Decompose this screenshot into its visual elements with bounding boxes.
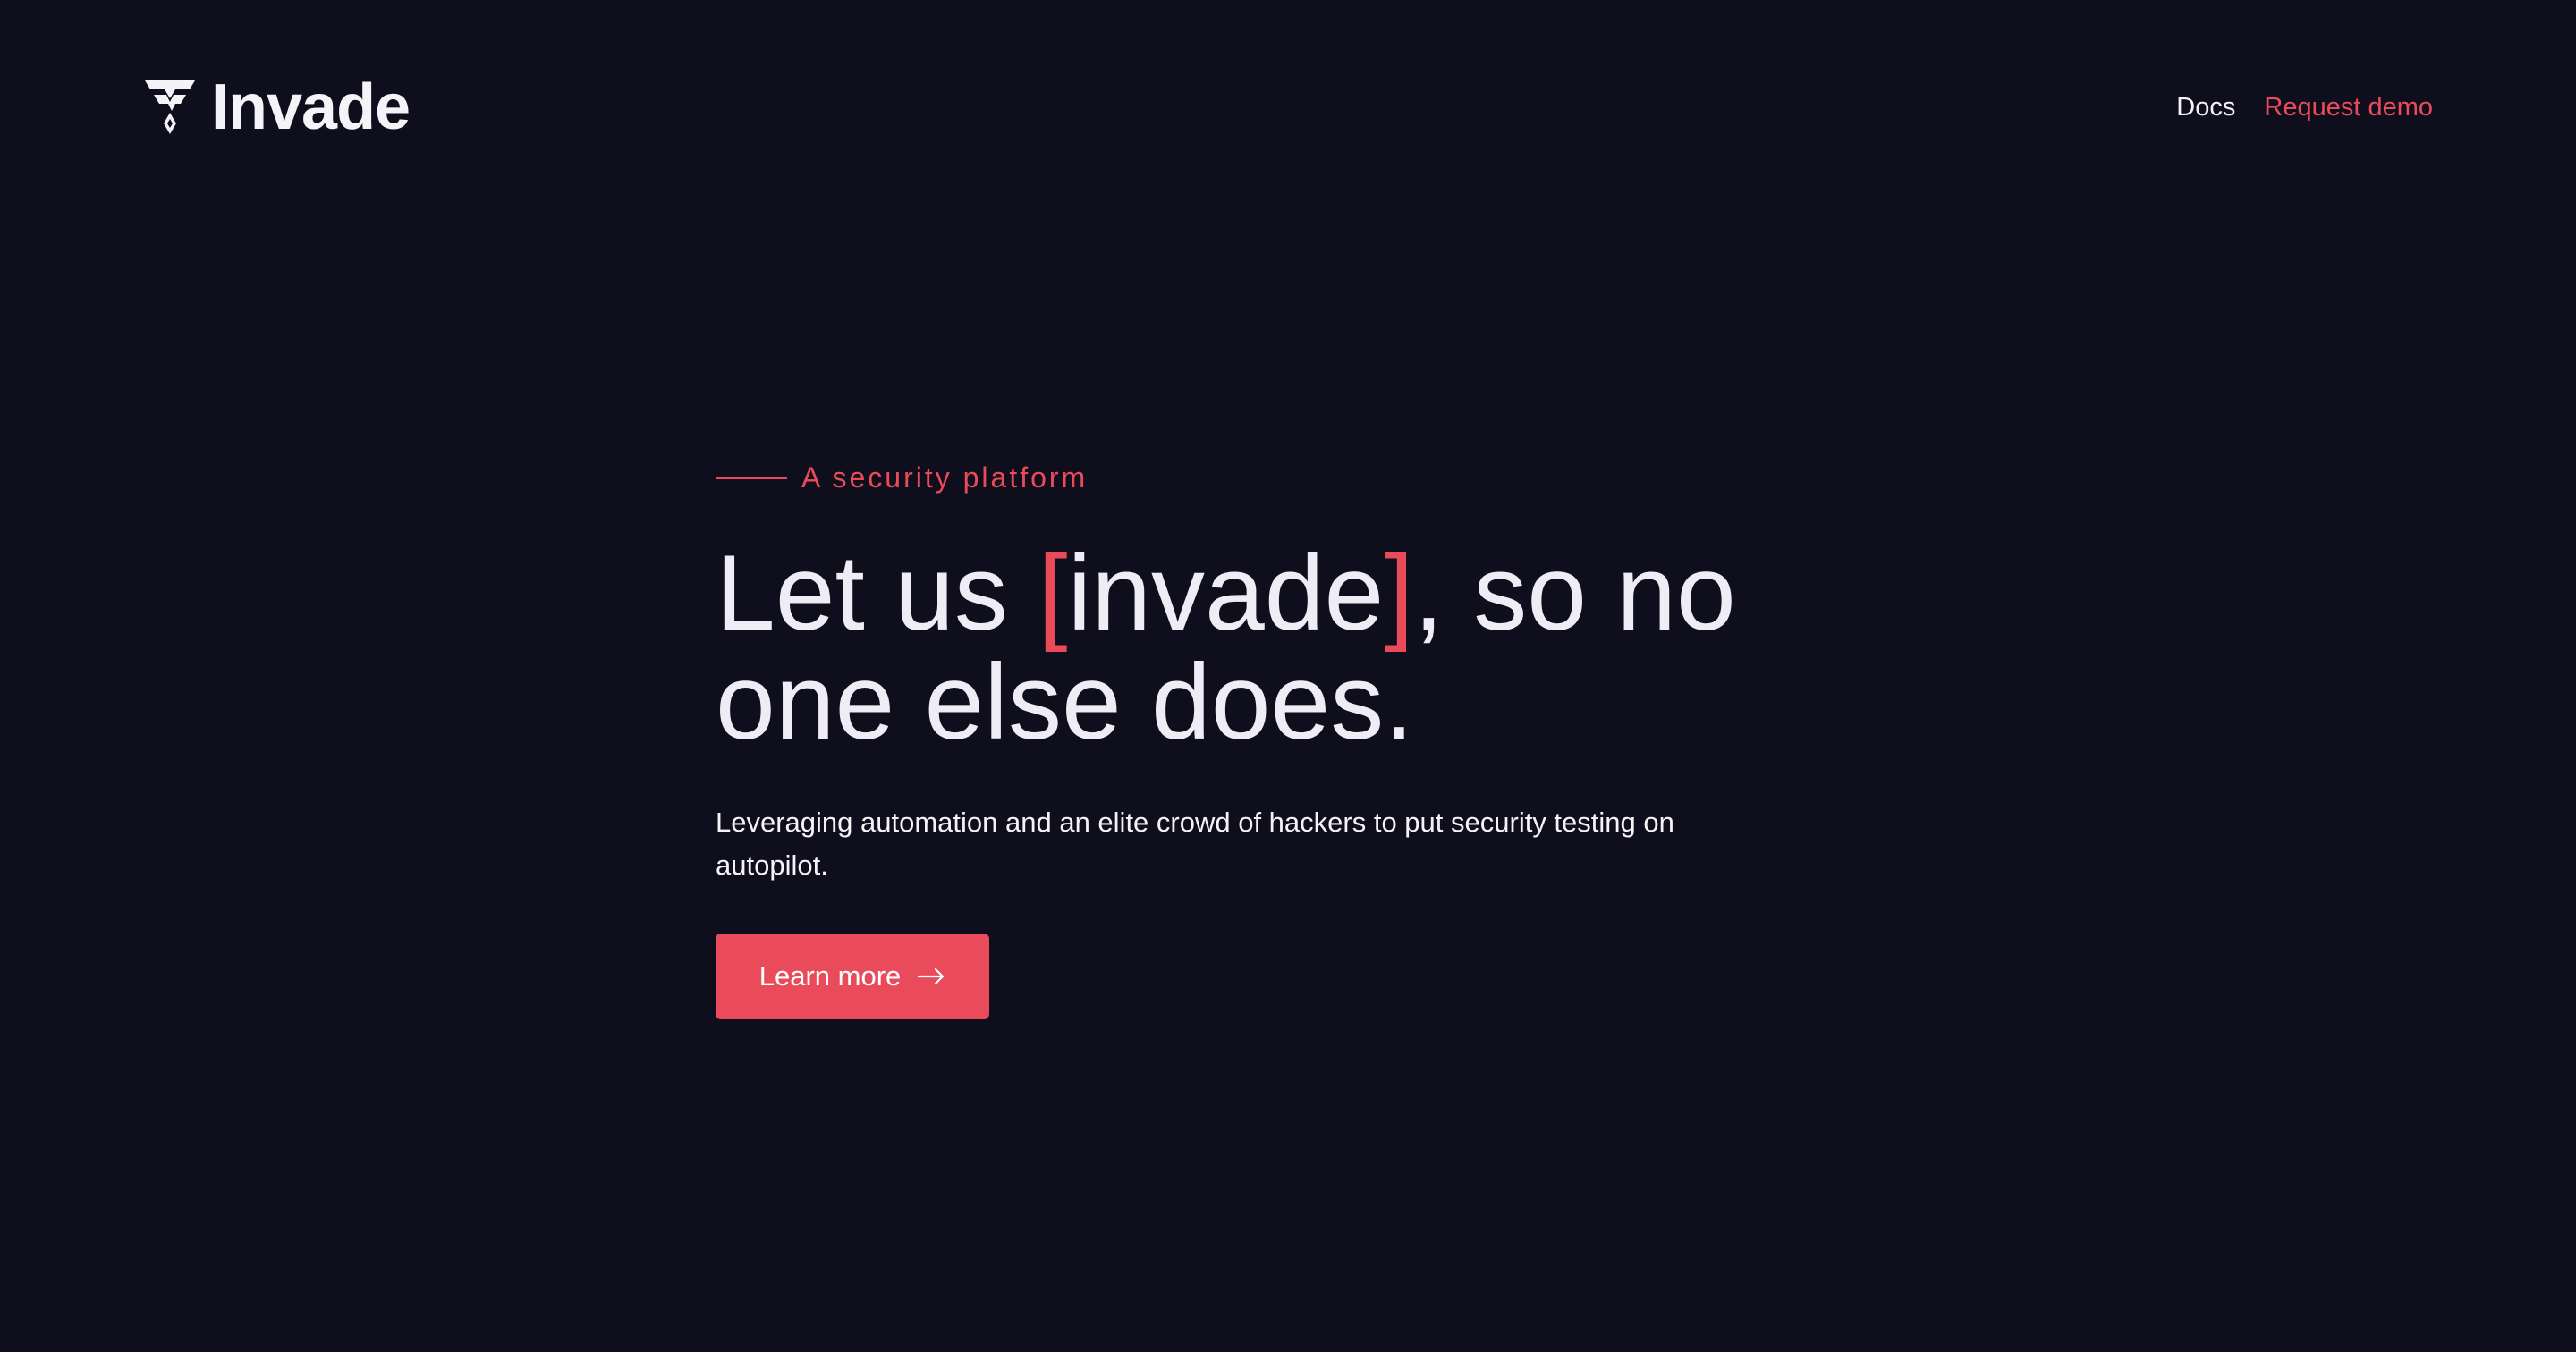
brand-logo[interactable]: Invade: [143, 72, 411, 143]
main-nav: Docs Request demo: [2176, 89, 2433, 125]
nav-docs-link[interactable]: Docs: [2176, 89, 2235, 125]
headline-open-bracket: [: [1038, 533, 1068, 653]
nav-request-demo-link[interactable]: Request demo: [2264, 89, 2433, 125]
site-header: Invade Docs Request demo: [0, 0, 2576, 215]
eyebrow-line: [716, 476, 787, 479]
brand-name: Invade: [211, 72, 411, 143]
headline-close-bracket: ]: [1384, 533, 1414, 653]
arrow-right-icon: [918, 968, 945, 985]
eyebrow: A security platform: [716, 460, 1968, 495]
headline-highlight: invade: [1067, 533, 1385, 653]
learn-more-label: Learn more: [758, 960, 902, 992]
learn-more-button[interactable]: Learn more: [716, 934, 989, 1019]
hero-subtext: Leveraging automation and an elite crowd…: [716, 807, 1674, 881]
hero-headline: Let us [invade], so no one else does.: [716, 538, 1789, 756]
hero-section: A security platform Let us [invade], so …: [716, 460, 1968, 1019]
invade-logo-icon: [145, 80, 195, 134]
eyebrow-text: A security platform: [801, 461, 1089, 494]
headline-pre: Let us: [716, 533, 1038, 653]
